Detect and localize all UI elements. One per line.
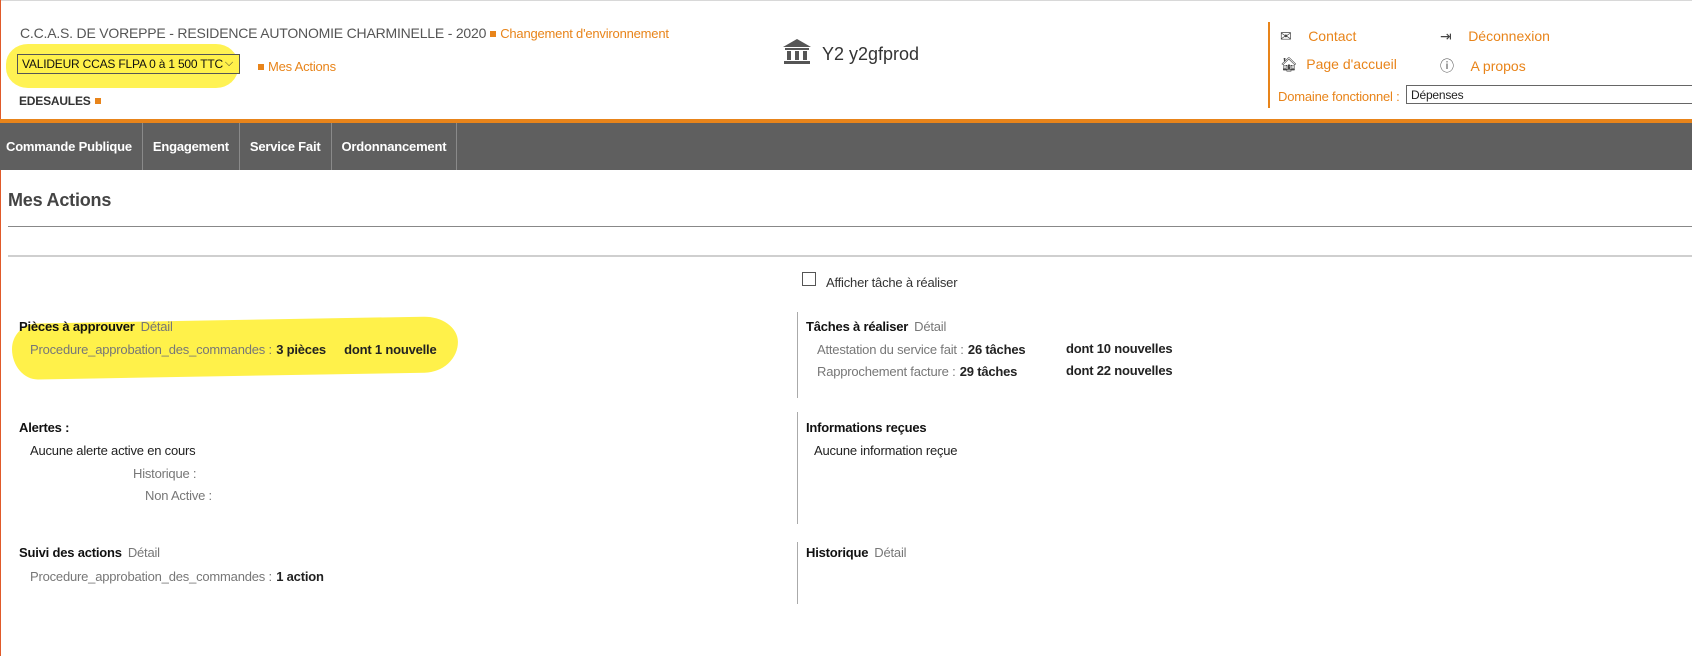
tracking-detail-link[interactable]: Détail: [128, 545, 160, 560]
bank-icon: [782, 38, 812, 69]
home-icon: 🏠︎: [1280, 56, 1298, 72]
task-new: dont 22 nouvelles: [1066, 363, 1173, 378]
header-right-divider: [1268, 22, 1270, 108]
environment-label: Y2 y2gfprod: [822, 44, 920, 64]
org-title-text: C.C.A.S. DE VOREPPE - RESIDENCE AUTONOMI…: [20, 25, 487, 41]
nav-engagement[interactable]: Engagement: [143, 123, 240, 170]
org-title: C.C.A.S. DE VOREPPE - RESIDENCE AUTONOMI…: [20, 25, 669, 41]
task-count: 29 tâches: [959, 364, 1018, 379]
domaine-select[interactable]: Dépenses: [1406, 85, 1692, 104]
home-label: Page d'accueil: [1306, 56, 1397, 72]
task-count: 26 tâches: [967, 342, 1026, 357]
divider: [8, 255, 1692, 257]
nav-ordonnancement[interactable]: Ordonnancement: [332, 123, 458, 170]
role-select[interactable]: VALIDEUR CCAS FLPA 0 à 1 500 TTC ⌵: [17, 54, 240, 74]
column-divider: [797, 412, 798, 524]
tracking-count: 1 action: [276, 569, 324, 584]
main-nav: Commande Publique Engagement Service Fai…: [0, 123, 1692, 170]
column-divider: [797, 312, 798, 398]
pieces-row[interactable]: Procedure_approbation_des_commandes : 3 …: [30, 341, 437, 359]
logout-icon: ⇥: [1440, 28, 1452, 44]
logout-label: Déconnexion: [1468, 28, 1550, 44]
alerts-title: Alertes :: [19, 420, 70, 435]
bullet-icon: [258, 64, 264, 71]
column-divider: [797, 542, 798, 604]
nav-service-fait[interactable]: Service Fait: [240, 123, 332, 170]
pieces-detail-link[interactable]: Détail: [141, 319, 173, 334]
logout-link[interactable]: ⇥ Déconnexion: [1440, 28, 1550, 46]
show-tasks-checkbox[interactable]: [802, 272, 816, 286]
mes-actions-link[interactable]: Mes Actions: [254, 59, 336, 74]
tasks-title: Tâches à réaliser Détail: [806, 319, 946, 334]
task-label: Rapprochement facture :: [817, 364, 956, 379]
tracking-title: Suivi des actions Détail: [19, 545, 160, 560]
show-tasks-label: Afficher tâche à réaliser: [826, 275, 958, 290]
tracking-title-text: Suivi des actions: [19, 545, 122, 560]
about-label: A propos: [1470, 58, 1526, 74]
user-name-text: EDESAULES: [19, 94, 91, 108]
bullet-icon: [490, 30, 497, 37]
pieces-title-text: Pièces à approuver: [19, 319, 135, 334]
info-icon: ⓘ: [1440, 58, 1454, 74]
chevron-down-icon: ⌵: [224, 57, 233, 69]
info-title: Informations reçues: [806, 420, 927, 435]
user-name: EDESAULES: [19, 94, 105, 108]
change-environment-link[interactable]: Changement d'environnement: [500, 26, 669, 41]
task-label: Attestation du service fait :: [817, 342, 964, 357]
pieces-new: dont 1 nouvelle: [344, 342, 437, 357]
info-none: Aucune information reçue: [814, 443, 958, 458]
mes-actions-label: Mes Actions: [268, 59, 336, 74]
divider: [8, 226, 1692, 227]
history-title: Historique Détail: [806, 545, 907, 560]
mail-icon: ✉: [1280, 28, 1292, 44]
role-select-value: VALIDEUR CCAS FLPA 0 à 1 500 TTC: [22, 57, 224, 71]
pieces-count: 3 pièces: [276, 342, 326, 357]
top-border: [0, 0, 1692, 1]
task-new: dont 10 nouvelles: [1066, 341, 1173, 356]
tasks-detail-link[interactable]: Détail: [914, 319, 946, 334]
contact-label: Contact: [1308, 28, 1357, 44]
alerts-none: Aucune alerte active en cours: [30, 443, 196, 458]
history-title-text: Historique: [806, 545, 869, 560]
bullet-icon: [94, 98, 101, 105]
alerts-history-label: Historique :: [133, 466, 197, 481]
alerts-inactive-label: Non Active :: [145, 488, 212, 503]
pieces-proc-label: Procedure_approbation_des_commandes :: [30, 342, 272, 357]
page-title: Mes Actions: [8, 190, 112, 210]
contact-link[interactable]: ✉ Contact: [1280, 28, 1356, 46]
tracking-proc-label: Procedure_approbation_des_commandes :: [30, 569, 272, 584]
task-row[interactable]: Rapprochement facture : 29 tâches: [817, 363, 1017, 381]
home-link[interactable]: 🏠︎ Page d'accueil: [1280, 56, 1397, 74]
pieces-title: Pièces à approuver Détail: [19, 319, 173, 334]
tasks-title-text: Tâches à réaliser: [806, 319, 909, 334]
task-row[interactable]: Attestation du service fait : 26 tâches: [817, 341, 1026, 359]
nav-commande-publique[interactable]: Commande Publique: [0, 123, 143, 170]
left-border: [0, 0, 1, 656]
about-link[interactable]: ⓘ A propos: [1440, 56, 1526, 76]
domaine-label: Domaine fonctionnel :: [1278, 89, 1400, 104]
tracking-row[interactable]: Procedure_approbation_des_commandes : 1 …: [30, 568, 324, 586]
history-detail-link[interactable]: Détail: [874, 545, 906, 560]
